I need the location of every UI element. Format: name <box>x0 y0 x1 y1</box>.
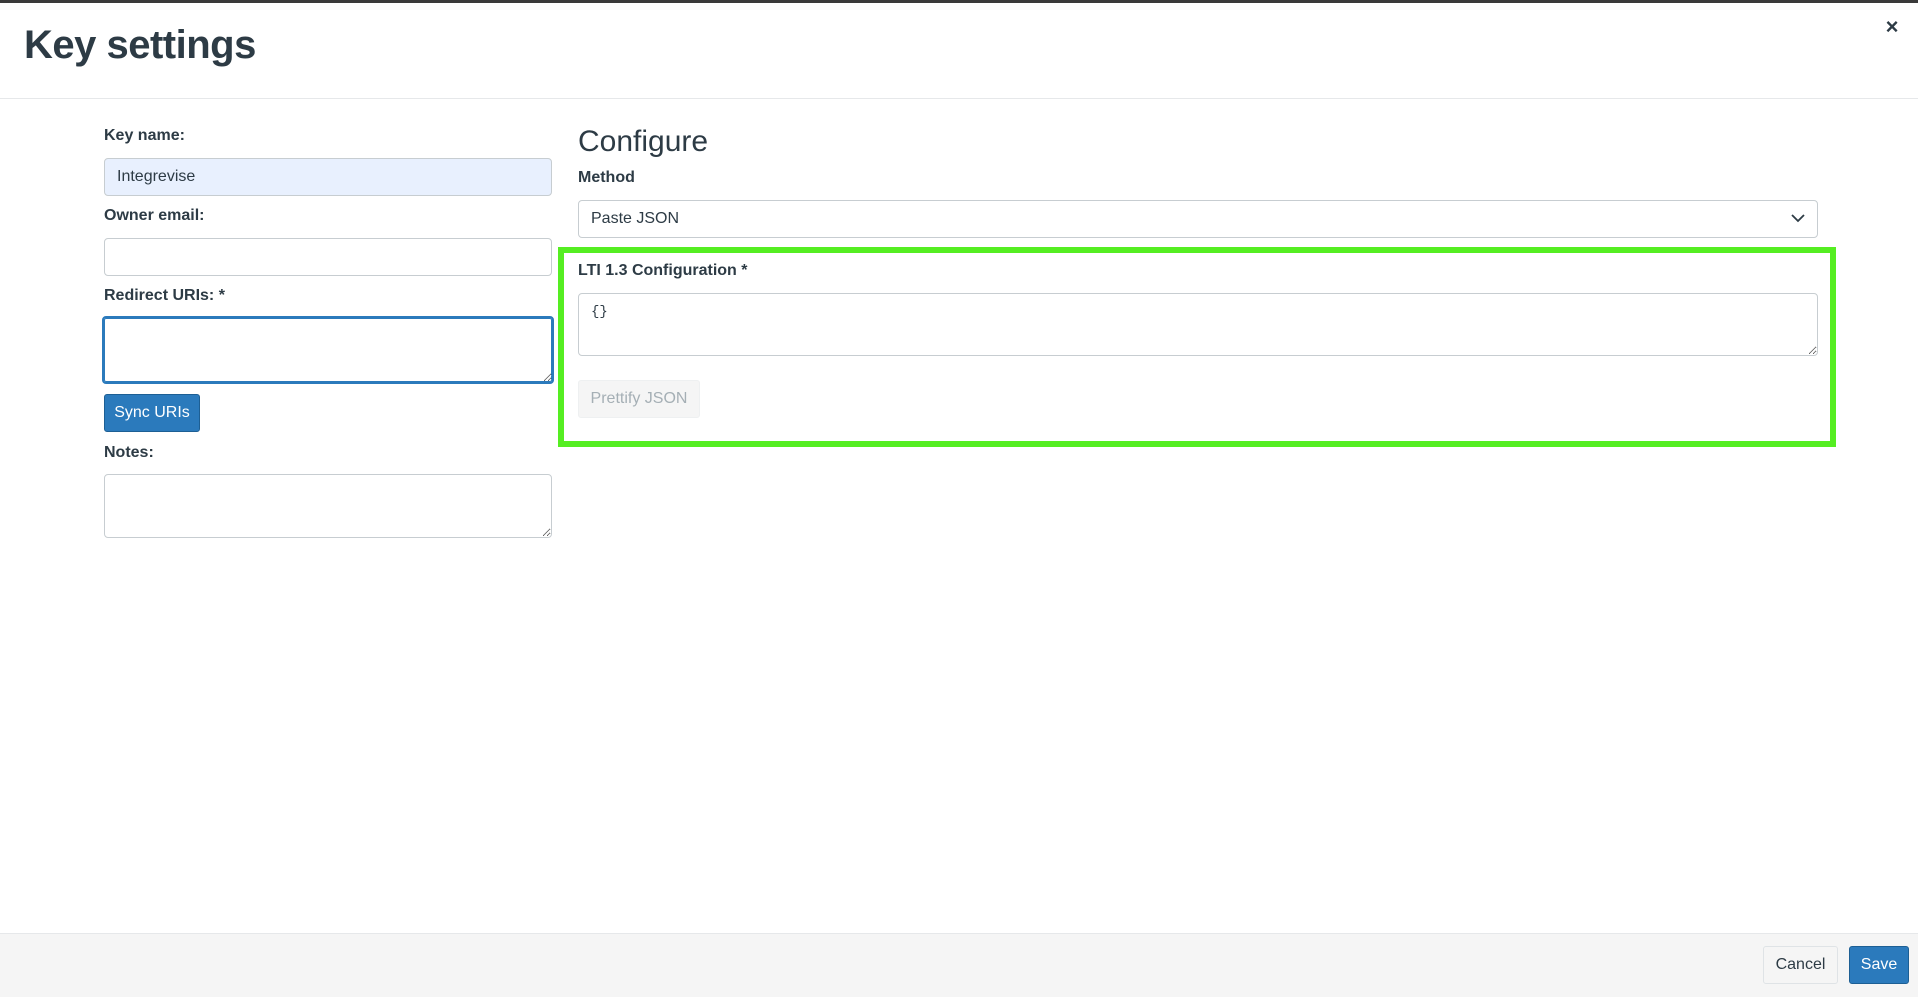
lti-config-label: LTI 1.3 Configuration * <box>578 262 748 279</box>
redirect-uris-label: Redirect URIs: * <box>104 287 225 304</box>
key-settings-dialog: Key settings × Key name: Owner email: Re… <box>0 0 1918 997</box>
configure-heading: Configure <box>578 125 709 158</box>
redirect-uris-textarea[interactable] <box>102 316 554 384</box>
sync-uris-button[interactable]: Sync URIs <box>104 394 200 432</box>
lti-config-textarea[interactable] <box>578 293 1818 356</box>
owner-email-label: Owner email: <box>104 207 205 224</box>
close-icon[interactable]: × <box>1880 15 1904 39</box>
notes-textarea[interactable] <box>104 474 552 538</box>
cancel-button[interactable]: Cancel <box>1763 946 1838 984</box>
method-label: Method <box>578 169 635 186</box>
dialog-title: Key settings <box>24 23 256 67</box>
owner-email-input[interactable] <box>104 238 552 276</box>
key-name-input[interactable] <box>104 158 552 196</box>
notes-label: Notes: <box>104 444 154 461</box>
chevron-down-icon <box>1791 214 1805 223</box>
dialog-footer: Cancel Save <box>0 933 1918 997</box>
save-button[interactable]: Save <box>1849 946 1909 984</box>
key-name-label: Key name: <box>104 127 185 144</box>
method-selected-value: Paste JSON <box>591 210 680 227</box>
method-select[interactable]: Paste JSON <box>578 200 1818 238</box>
prettify-json-button[interactable]: Prettify JSON <box>578 380 700 418</box>
dialog-header: Key settings × <box>0 3 1918 99</box>
